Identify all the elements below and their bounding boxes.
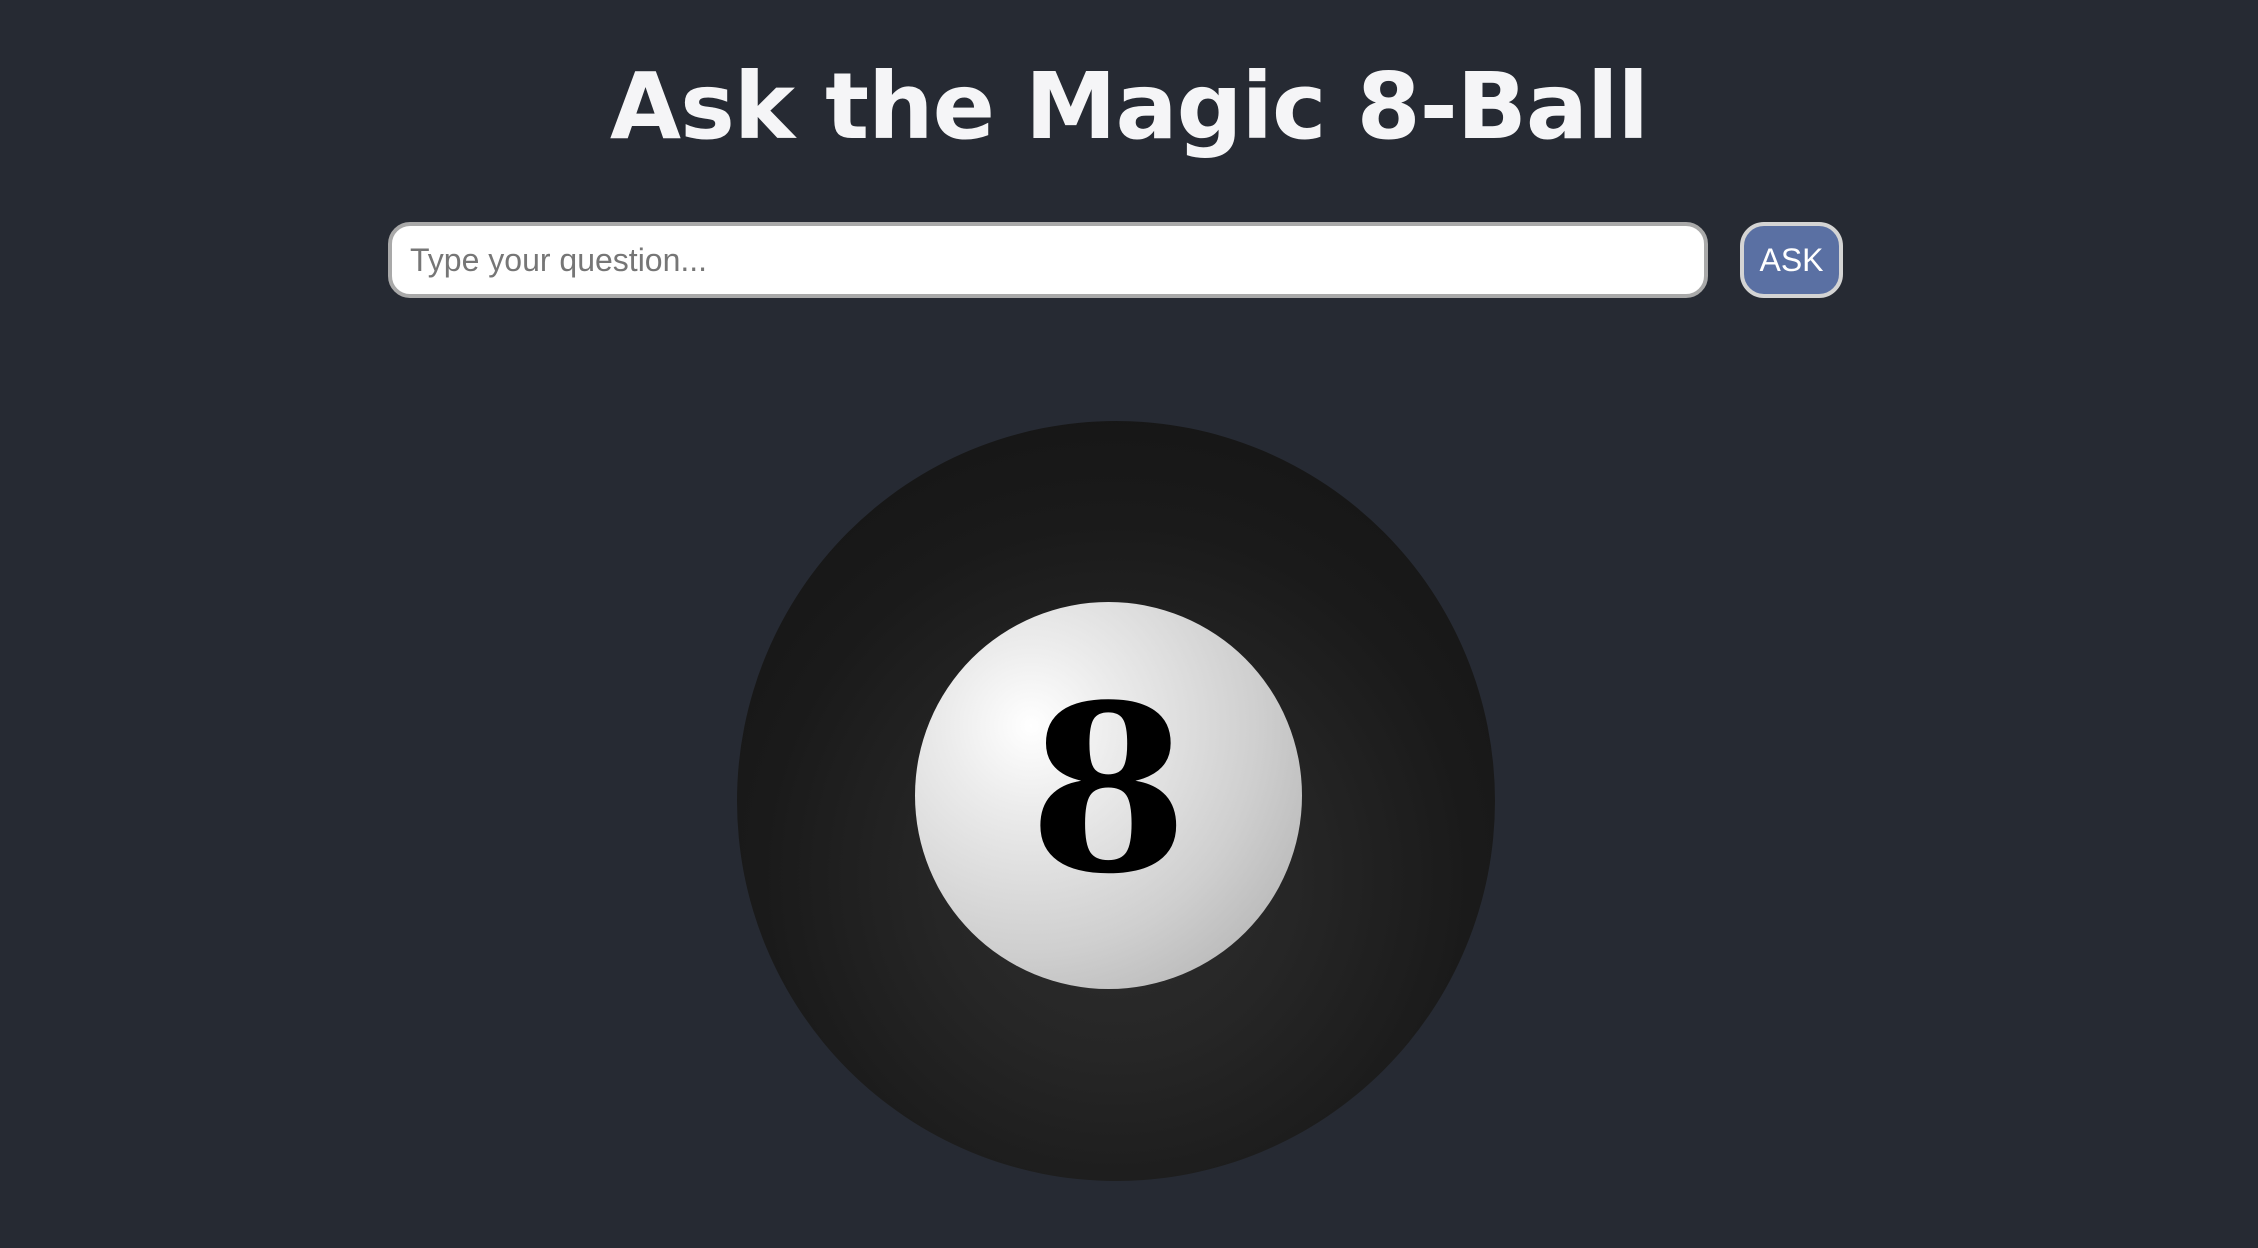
ask-button[interactable]: ASK: [1740, 222, 1843, 298]
magic-8-ball: 8: [737, 421, 1495, 1181]
ball-window: 8: [915, 602, 1302, 989]
question-input[interactable]: [388, 222, 1708, 298]
page-title: Ask the Magic 8-Ball: [609, 53, 1649, 160]
ball-number: 8: [1028, 654, 1189, 925]
